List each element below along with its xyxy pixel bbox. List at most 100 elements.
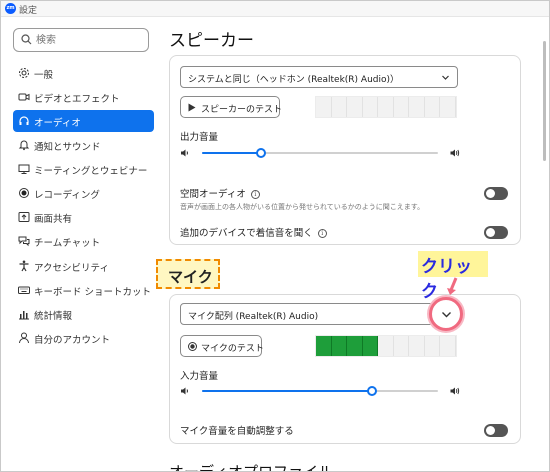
- meter-segment: [331, 336, 347, 356]
- bell-icon: [18, 140, 30, 151]
- sidebar-item-audio[interactable]: オーディオ: [13, 110, 154, 132]
- mic-card: マイク配列 (Realtek(R) Audio) マイクのテスト 入力音量 マイ…: [169, 294, 521, 444]
- mic-test-label: マイクのテスト: [201, 344, 264, 354]
- spatial-audio-description: 音声が画面上の各人物がいる位置から発せられているかのように聞こえます。: [180, 203, 425, 211]
- info-icon[interactable]: i: [317, 229, 327, 238]
- mic-device-value: マイク配列 (Realtek(R) Audio): [188, 312, 319, 322]
- meter-segment: [378, 97, 394, 117]
- search-icon: [21, 34, 32, 45]
- sidebar-item-label: オーディオ: [34, 118, 81, 129]
- sidebar-item-label: 統計情報: [34, 311, 73, 322]
- meter-segment: [362, 97, 378, 117]
- ring-additional-toggle[interactable]: [484, 226, 508, 239]
- mic-test-button[interactable]: マイクのテスト: [180, 335, 264, 357]
- sidebar-item-label: アクセシビリティ: [34, 263, 109, 274]
- sidebar-item-meetings[interactable]: ミーティングとウェビナー: [13, 158, 154, 180]
- mic-device-select[interactable]: マイク配列 (Realtek(R) Audio): [180, 303, 458, 325]
- meter-segment: [409, 336, 425, 356]
- record-icon: [19, 188, 29, 198]
- monitor-icon: [18, 164, 30, 174]
- chat-icon: [18, 236, 30, 247]
- sidebar-item-accessibility[interactable]: アクセシビリティ: [13, 255, 154, 277]
- meter-segment: [424, 97, 440, 117]
- meter-segment: [409, 97, 425, 117]
- sidebar-item-label: チームチャット: [34, 238, 101, 249]
- search-input[interactable]: [36, 32, 144, 48]
- sidebar-item-label: 自分のアカウント: [34, 335, 111, 346]
- auto-adjust-toggle[interactable]: [484, 424, 508, 437]
- spatial-audio-label: 空間オーディオ: [180, 189, 246, 200]
- meter-segment: [393, 336, 409, 356]
- title-bar: zm 設定: [1, 1, 549, 17]
- user-icon: [19, 332, 29, 344]
- meter-segment: [347, 336, 363, 356]
- sidebar-item-my-account[interactable]: 自分のアカウント: [13, 327, 154, 349]
- zoom-app-icon: zm: [5, 3, 16, 14]
- share-screen-icon: [18, 212, 30, 222]
- meter-segment: [440, 97, 456, 117]
- spatial-audio-toggle[interactable]: [484, 187, 508, 200]
- sidebar-item-label: ビデオとエフェクト: [34, 94, 120, 105]
- speaker-device-select[interactable]: システムと同じ（ヘッドホン (Realtek(R) Audio)）: [180, 66, 458, 88]
- mic-heading: マイク: [168, 268, 213, 286]
- meter-segment: [316, 336, 332, 356]
- speaker-test-button[interactable]: スピーカーのテスト: [180, 96, 283, 118]
- window-title: 設定: [19, 6, 38, 16]
- ring-additional-row: 追加のデバイスで着信音を聞く i: [180, 225, 327, 239]
- sidebar-item-notifications[interactable]: 通知とサウンド: [13, 134, 154, 156]
- speaker-level-meter: [315, 96, 457, 118]
- mic-dropdown-chevron[interactable]: [429, 297, 463, 331]
- sidebar-item-keyboard-shortcuts[interactable]: キーボード ショートカット: [13, 279, 154, 301]
- input-volume-knob[interactable]: [366, 386, 377, 396]
- sidebar-item-team-chat[interactable]: チームチャット: [13, 230, 154, 252]
- meter-segment: [331, 97, 347, 117]
- sidebar-item-statistics[interactable]: 統計情報: [13, 303, 154, 325]
- volume-low-icon: [181, 149, 188, 157]
- arrow-icon: [447, 277, 458, 295]
- search-box[interactable]: [13, 28, 149, 52]
- meter-segment: [440, 336, 456, 356]
- scrollbar[interactable]: [543, 41, 546, 161]
- volume-low-icon: [181, 387, 188, 395]
- record-icon: [188, 342, 197, 351]
- volume-high-icon: [450, 149, 460, 157]
- speaker-device-value: システムと同じ（ヘッドホン (Realtek(R) Audio)）: [188, 75, 400, 85]
- click-annotation: クリック: [418, 251, 488, 302]
- play-icon: [188, 103, 196, 112]
- meter-segment: [378, 336, 394, 356]
- meter-segment: [347, 97, 363, 117]
- chart-icon: [19, 311, 29, 320]
- sidebar-item-video[interactable]: ビデオとエフェクト: [13, 86, 154, 108]
- sidebar-item-screen-share[interactable]: 画面共有: [13, 206, 154, 228]
- input-volume-slider[interactable]: [180, 384, 460, 398]
- output-volume-label: 出力音量: [180, 132, 219, 143]
- sidebar-item-general[interactable]: 一般: [13, 62, 154, 84]
- ring-additional-label: 追加のデバイスで着信音を聞く: [180, 228, 313, 239]
- volume-high-icon: [450, 387, 460, 395]
- output-volume-knob[interactable]: [256, 148, 266, 158]
- video-camera-icon: [18, 93, 30, 101]
- headphones-icon: [19, 116, 29, 125]
- audio-settings-panel: スピーカー システムと同じ（ヘッドホン (Realtek(R) Audio)） …: [161, 18, 541, 471]
- input-volume-label: 入力音量: [180, 371, 219, 382]
- info-icon[interactable]: i: [250, 190, 260, 199]
- sidebar-item-recording[interactable]: レコーディング: [13, 182, 154, 204]
- keyboard-icon: [18, 286, 30, 294]
- accessibility-icon: [19, 260, 29, 272]
- sidebar-item-label: ミーティングとウェビナー: [34, 166, 148, 177]
- meter-segment: [362, 336, 378, 356]
- sidebar-item-label: 通知とサウンド: [34, 142, 101, 153]
- meter-segment: [316, 97, 332, 117]
- chevron-down-icon: [442, 75, 449, 80]
- speaker-card: システムと同じ（ヘッドホン (Realtek(R) Audio)） スピーカーの…: [169, 55, 521, 245]
- meter-segment: [424, 336, 440, 356]
- sidebar-item-label: 画面共有: [34, 214, 73, 225]
- sidebar-item-label: レコーディング: [34, 190, 100, 201]
- sidebar-item-label: 一般: [34, 70, 54, 81]
- chevron-down-icon: [442, 312, 451, 318]
- gear-icon: [19, 68, 29, 78]
- speaker-test-label: スピーカーのテスト: [201, 105, 283, 115]
- output-volume-slider[interactable]: [180, 146, 460, 160]
- sidebar-item-label: キーボード ショートカット: [34, 287, 152, 298]
- mic-heading-callout: マイク: [156, 259, 220, 289]
